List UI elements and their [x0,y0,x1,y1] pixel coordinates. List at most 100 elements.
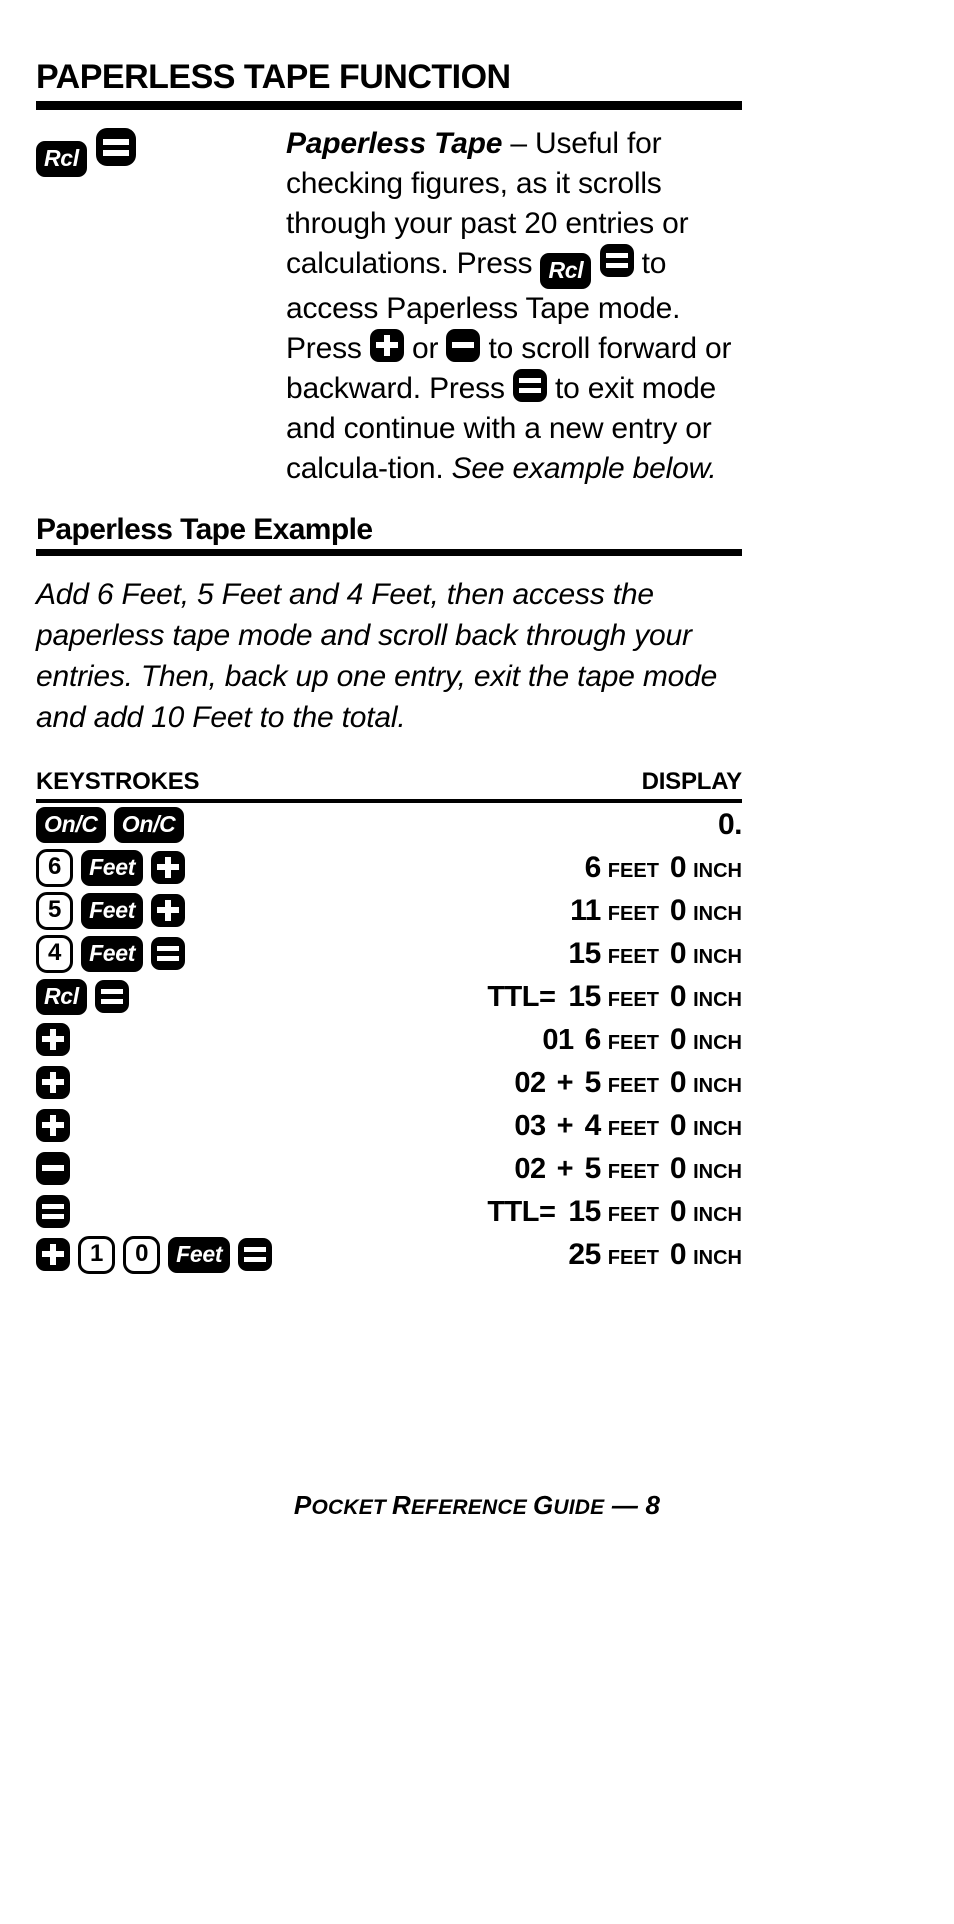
row-display: 01 6 FEET 0 INCH [542,1023,742,1057]
row-keystrokes: 4 Feet [36,934,193,973]
display-inch-value: 0 [669,1194,687,1228]
row-display: 02 +5 FEET 0 INCH [514,1152,742,1186]
table-row: 02 +5 FEET 0 INCH [36,1147,742,1190]
display-unit-feet: FEET [607,859,659,882]
equals-key[interactable] [512,369,547,402]
minus-key[interactable] [446,329,481,362]
display-entry-index: 02 [514,1152,546,1185]
table-body: On/C On/C 0. 6 Feet 6 FEET 0 INCH 5 Feet 11 FEET 0 INC… [36,803,743,1276]
table-row: TTL= 15 FEET 0 INCH [36,1190,742,1233]
display-operator: + [556,1109,574,1142]
equals-key[interactable] [95,128,136,166]
column-header-display: DISPLAY [641,768,743,795]
page-footer: POCKET REFERENCE GUIDE — 8 [0,1490,954,1521]
table-row: 5 Feet 11 FEET 0 INCH [36,889,742,932]
display-unit-inch: INCH [693,1074,742,1097]
rcl-key[interactable]: Rcl [540,253,592,289]
display-inch-value: 0 [669,850,687,884]
digit-1-key[interactable]: 1 [78,1235,116,1274]
onc-key[interactable]: On/C [36,806,106,843]
description-term: Paperless Tape [286,127,503,160]
display-value: 5 [584,1151,602,1185]
equals-key[interactable] [36,1195,70,1228]
row-display: 03 +4 FEET 0 INCH [514,1109,742,1143]
equals-key[interactable] [151,937,186,970]
plus-key[interactable] [36,1023,70,1056]
plus-key[interactable] [369,329,404,362]
row-keystrokes [36,1152,78,1185]
digit-4-key[interactable]: 4 [36,934,74,973]
display-unit-inch: INCH [693,988,742,1011]
example-intro-text: Add 6 Feet, 5 Feet and 4 Feet, then acce… [36,578,718,734]
display-value: 5 [584,1065,602,1099]
feet-key[interactable]: Feet [81,935,144,972]
description-text: Paperless Tape – Useful for checking fig… [286,124,742,489]
table-row: 02 +5 FEET 0 INCH [36,1061,742,1104]
onc-key[interactable]: On/C [113,806,184,843]
display-unit-feet: FEET [607,1074,659,1097]
title-rule [36,101,742,110]
feet-key[interactable]: Feet [81,892,144,929]
display-unit-inch: INCH [693,945,742,968]
row-display: 11 FEET 0 INCH [570,894,742,928]
display-unit-inch: INCH [693,902,742,925]
plus-key[interactable] [36,1066,70,1099]
plus-key[interactable] [151,894,186,927]
display-unit-inch: INCH [693,859,742,882]
row-keystrokes [36,1066,78,1099]
rcl-key[interactable]: Rcl [36,978,87,1015]
display-operator: + [556,1066,574,1099]
digit-5-key[interactable]: 5 [36,891,74,930]
row-display: 02 +5 FEET 0 INCH [514,1066,742,1100]
display-value: 15 [568,936,601,970]
display-total-label: TTL= [487,980,556,1013]
column-header-keystrokes: KEYSTROKES [36,768,200,795]
plus-key[interactable] [36,1109,70,1142]
display-value: 25 [568,1237,601,1271]
row-display: TTL= 15 FEET 0 INCH [487,1195,742,1229]
text-run: or [403,332,447,365]
equals-key[interactable] [599,244,634,277]
display-unit-feet: FEET [607,1117,659,1140]
row-keystrokes [36,1109,78,1142]
table-row: 1 0 Feet 25 FEET 0 INCH [36,1233,742,1276]
equals-key[interactable] [94,980,129,1013]
minus-key[interactable] [36,1152,70,1185]
row-display: 0. [717,807,743,842]
footer-text: POCKET REFERENCE GUIDE — 8 [293,1490,661,1520]
equals-key[interactable] [238,1238,273,1271]
page-title: PAPERLESS TAPE FUNCTION [36,58,511,96]
display-entry-index: 02 [514,1066,546,1099]
display-unit-feet: FEET [607,945,659,968]
page-content: PAPERLESS TAPE FUNCTION Rcl Paperless Ta… [36,0,743,1276]
display-value: 0. [717,807,743,841]
display-value: 15 [568,1194,601,1228]
row-keystrokes: 6 Feet [36,848,193,887]
plus-key[interactable] [36,1238,70,1271]
table-row: On/C On/C 0. [36,803,743,846]
digit-0-key[interactable]: 0 [123,1235,161,1274]
display-unit-feet: FEET [607,902,659,925]
display-value: 11 [570,893,601,927]
rcl-key[interactable]: Rcl [36,141,87,177]
display-inch-value: 0 [669,1108,687,1142]
display-total-label: TTL= [487,1195,556,1228]
display-unit-feet: FEET [607,1160,659,1183]
row-display: 25 FEET 0 INCH [568,1238,742,1272]
display-inch-value: 0 [669,1065,687,1099]
table-row: Rcl TTL= 15 FEET 0 INCH [36,975,742,1018]
table-row: 01 6 FEET 0 INCH [36,1018,742,1061]
row-keystrokes: On/C On/C [36,806,192,843]
display-value: 15 [568,979,601,1013]
feet-key[interactable]: Feet [168,1236,231,1273]
display-value: 6 [584,1022,602,1056]
display-unit-inch: INCH [693,1246,742,1269]
display-unit-feet: FEET [607,1246,659,1269]
row-keystrokes: Rcl [36,978,137,1015]
display-inch-value: 0 [669,1237,687,1271]
plus-key[interactable] [151,851,186,884]
row-keystrokes [36,1195,78,1228]
digit-6-key[interactable]: 6 [36,848,74,887]
description-italic-tail: See example below. [451,452,717,485]
feet-key[interactable]: Feet [81,849,144,886]
